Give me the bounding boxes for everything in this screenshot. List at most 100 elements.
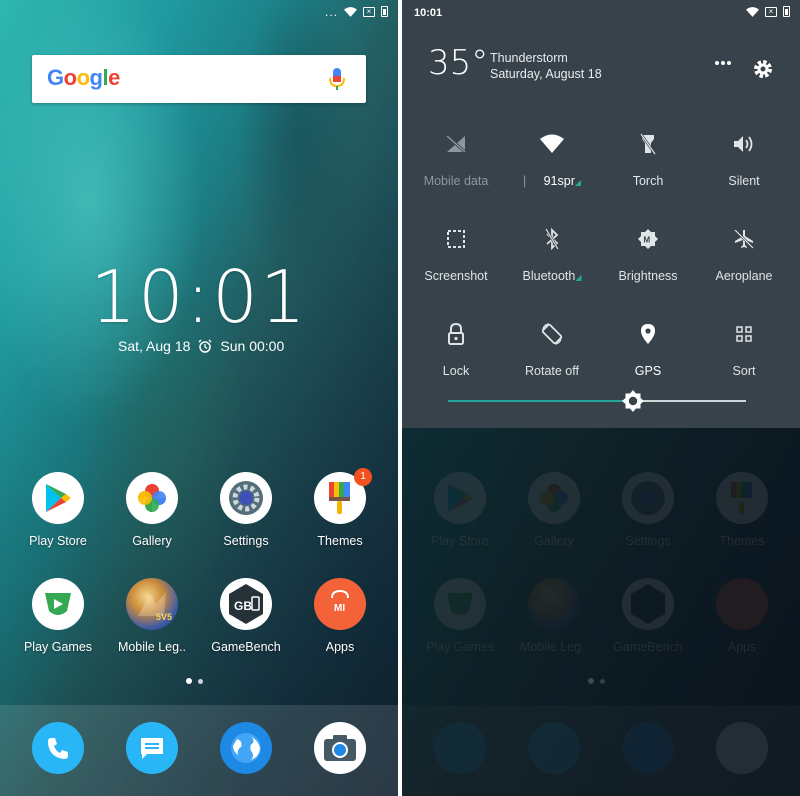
tile-label: Mobile data — [423, 174, 489, 188]
status-bar: 10:01 × — [402, 0, 800, 26]
gamebench-icon: GB — [220, 578, 272, 630]
svg-text:5V5: 5V5 — [156, 612, 172, 622]
wifi-icon — [344, 6, 357, 17]
tile-label: Silent — [728, 174, 760, 188]
tile-label: Bluetooth◢ — [522, 269, 582, 283]
mi-apps-icon: MI — [314, 578, 366, 630]
tile-label: Screenshot — [424, 269, 488, 283]
app-themes[interactable]: 1 Themes — [293, 468, 387, 548]
tile-bluetooth[interactable]: Bluetooth◢ — [504, 225, 600, 283]
brightness-fill — [448, 400, 633, 402]
settings-icon[interactable] — [752, 58, 774, 80]
quick-settings-screen: Play Store Gallery Settings Themes Play … — [402, 0, 800, 796]
sim-icon: × — [765, 6, 777, 17]
wifi-icon — [540, 134, 564, 153]
gallery-pinwheel-icon — [126, 472, 178, 524]
tile-label: Aeroplane — [715, 269, 773, 283]
tile-mobile-data[interactable]: Mobile data — [408, 130, 504, 188]
notification-badge: 1 — [354, 468, 372, 486]
location-pin-icon — [641, 324, 655, 344]
alarm-icon — [198, 339, 212, 353]
page-dot-active — [186, 678, 192, 684]
google-search-bar[interactable]: Google — [32, 55, 366, 103]
phone-icon[interactable] — [32, 722, 84, 774]
app-label: Play Store — [29, 534, 87, 548]
battery-icon — [783, 6, 790, 17]
tile-label: Lock — [442, 364, 470, 378]
brightness-auto-icon: M — [638, 229, 658, 249]
weather-date: Saturday, August 18 — [490, 67, 602, 81]
bluetooth-label: Bluetooth — [522, 269, 576, 283]
status-time: 10:01 — [414, 7, 443, 19]
app-label: GameBench — [211, 640, 281, 654]
lock-icon — [448, 323, 464, 345]
settings-gear-icon — [220, 472, 272, 524]
rotate-icon — [541, 323, 563, 345]
more-dots-icon[interactable] — [715, 60, 731, 66]
tile-wifi[interactable]: | 91spr◢ — [504, 130, 600, 188]
tile-gps[interactable]: GPS — [600, 320, 696, 378]
browser-globe-icon[interactable] — [220, 722, 272, 774]
alarm-text: Sun 00:00 — [220, 338, 285, 354]
bluetooth-icon — [545, 228, 559, 250]
airplane-icon — [734, 229, 754, 249]
screenshot-icon — [447, 230, 465, 248]
mic-icon[interactable] — [328, 67, 346, 91]
svg-text:M: M — [644, 236, 651, 245]
app-label: Mobile Leg.. — [117, 640, 187, 654]
mobile-data-off-icon — [446, 134, 466, 154]
tile-label: GPS — [634, 364, 662, 378]
wifi-icon — [746, 6, 759, 17]
play-store-icon — [32, 472, 84, 524]
app-gallery[interactable]: Gallery — [105, 472, 199, 548]
brightness-knob-icon[interactable] — [621, 389, 645, 413]
svg-text:GB: GB — [234, 599, 252, 613]
camera-icon[interactable] — [314, 722, 366, 774]
home-screen: ... × Google 10:01 Sat, Aug 18 Sun 00:00 — [0, 0, 398, 796]
tile-label: Brightness — [618, 269, 678, 283]
themes-brush-icon: 1 — [314, 468, 372, 524]
dock — [0, 705, 398, 796]
app-settings[interactable]: Settings — [199, 472, 293, 548]
app-gamebench[interactable]: GB GameBench — [199, 578, 293, 654]
date-alarm-line[interactable]: Sat, Aug 18 Sun 00:00 — [118, 338, 284, 354]
tile-label: | 91spr◢ — [522, 174, 582, 188]
page-dot[interactable] — [198, 678, 203, 684]
brightness-slider[interactable] — [448, 390, 746, 412]
tile-torch[interactable]: Torch — [600, 130, 696, 188]
app-label: Themes — [317, 534, 363, 548]
volume-icon — [734, 136, 753, 152]
app-label: Settings — [223, 534, 269, 548]
tile-aeroplane[interactable]: Aeroplane — [696, 225, 792, 283]
app-play-store[interactable]: Play Store — [11, 472, 105, 548]
tile-rotate[interactable]: Rotate off — [504, 320, 600, 378]
wallpaper — [0, 0, 398, 796]
grid-sort-icon — [736, 326, 752, 342]
app-label: Apps — [325, 640, 355, 654]
tile-silent[interactable]: Silent — [696, 130, 792, 188]
tile-label: Sort — [732, 364, 756, 378]
torch-icon — [640, 133, 656, 155]
play-games-icon — [32, 578, 84, 630]
messages-icon[interactable] — [126, 722, 178, 774]
app-play-games[interactable]: Play Games — [11, 578, 105, 654]
page-indicator — [186, 678, 203, 684]
tile-screenshot[interactable]: Screenshot — [408, 225, 504, 283]
wifi-ssid: 91spr — [543, 174, 575, 188]
weather-info[interactable]: Thunderstorm Saturday, August 18 — [490, 50, 602, 82]
status-bar: ... × — [0, 0, 398, 26]
tile-label: Rotate off — [525, 364, 579, 378]
mobile-legends-icon: 5V5 — [126, 578, 178, 630]
app-label: Gallery — [132, 534, 172, 548]
clock-time[interactable]: 10:01 — [0, 255, 398, 339]
app-mi-apps[interactable]: MI Apps — [293, 578, 387, 654]
notification-shade: 10:01 × 35° Thunderstorm Saturday, Augus… — [402, 0, 800, 428]
tile-lock[interactable]: Lock — [408, 320, 504, 378]
tile-sort[interactable]: Sort — [696, 320, 792, 378]
temperature[interactable]: 35° — [428, 43, 488, 83]
app-mobile-legends[interactable]: 5V5 Mobile Leg.. — [105, 578, 199, 654]
tile-brightness[interactable]: M Brightness — [600, 225, 696, 283]
google-logo: Google — [47, 65, 120, 90]
sim-icon: × — [363, 6, 375, 17]
notification-dots: ... — [324, 4, 338, 19]
